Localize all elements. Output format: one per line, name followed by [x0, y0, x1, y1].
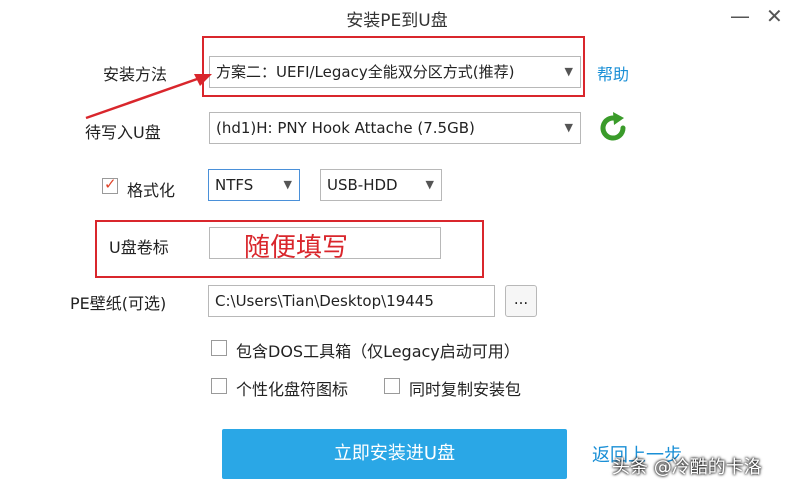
wallpaper-path-input[interactable]: C:\Users\Tian\Desktop\19445 [208, 285, 495, 317]
chevron-down-icon: ▼ [283, 178, 292, 191]
checkbox-unchecked-icon [211, 378, 227, 394]
browse-button[interactable]: ... [505, 285, 537, 317]
chevron-down-icon: ▼ [564, 121, 573, 134]
checkbox-unchecked-icon [211, 340, 227, 356]
watermark-text: 头条 @冷酷的卡洛 [612, 457, 762, 478]
chevron-down-icon: ▼ [425, 178, 434, 191]
target-disk-value: (hd1)H: PNY Hook Attache (7.5GB) [216, 119, 475, 137]
target-disk-select[interactable]: (hd1)H: PNY Hook Attache (7.5GB) ▼ [209, 112, 581, 144]
annotation-highlight-box [95, 220, 484, 278]
filesystem-select[interactable]: NTFS ▼ [208, 169, 300, 201]
annotation-highlight-box [202, 36, 585, 97]
target-disk-label: 待写入U盘 [85, 123, 161, 142]
boot-mode-select[interactable]: USB-HDD ▼ [320, 169, 442, 201]
filesystem-value: NTFS [215, 176, 254, 194]
close-button[interactable]: ✕ [766, 4, 783, 28]
copy-package-label: 同时复制安装包 [409, 380, 522, 399]
dos-tools-checkbox[interactable] [211, 340, 227, 360]
annotation-arrow-icon [85, 74, 212, 120]
dos-tools-label: 包含DOS工具箱（仅Legacy启动可用） [236, 342, 520, 361]
checkbox-unchecked-icon [384, 378, 400, 394]
window-title: 安装PE到U盘 [346, 11, 448, 31]
copy-package-checkbox[interactable] [384, 378, 400, 398]
format-label: 格式化 [127, 181, 176, 200]
boot-mode-value: USB-HDD [327, 176, 398, 194]
wallpaper-label: PE壁纸(可选) [70, 294, 167, 313]
minimize-button[interactable]: — [730, 4, 750, 28]
custom-icon-label: 个性化盘符图标 [236, 380, 349, 399]
checkbox-checked-icon [102, 175, 118, 194]
install-button[interactable]: 立即安装进U盘 [222, 429, 567, 479]
refresh-icon[interactable] [596, 111, 630, 145]
custom-icon-checkbox[interactable] [211, 378, 227, 398]
format-checkbox[interactable] [102, 175, 118, 198]
help-link[interactable]: 帮助 [597, 61, 629, 85]
